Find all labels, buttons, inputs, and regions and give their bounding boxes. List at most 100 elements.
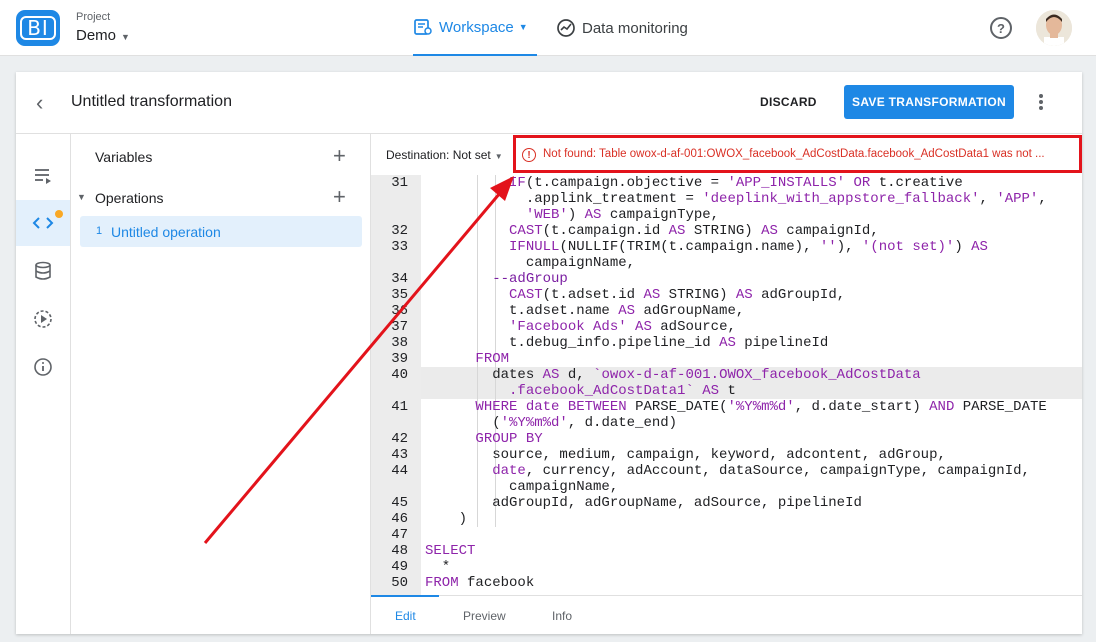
top-bar: BI Project Demo ▼ Workspace ▼ Data monito… (0, 0, 1096, 56)
rail-code-icon[interactable] (16, 200, 70, 246)
user-photo (1036, 10, 1072, 46)
workspace-icon (414, 19, 432, 35)
code-line: 'WEB') AS campaignType, (371, 207, 1082, 223)
line-number: 49 (391, 559, 408, 575)
code-text: CAST(t.adset.id AS STRING) AS adGroupId, (509, 287, 846, 303)
chevron-down-icon: ▼ (494, 152, 503, 161)
nav-tab-workspace[interactable]: Workspace ▼ (413, 0, 537, 56)
operation-name: Untitled operation (111, 224, 221, 240)
rail-database-icon[interactable] (16, 248, 70, 294)
destination-label: Destination: Not set (386, 148, 491, 162)
variables-section: Variables + (71, 136, 371, 176)
more-options-icon[interactable] (1039, 94, 1045, 114)
code-line: 46 ) (371, 511, 1082, 527)
code-text: campaignName, (425, 255, 636, 271)
back-icon[interactable]: ‹ (36, 92, 43, 114)
line-number: 38 (391, 335, 408, 351)
operation-item[interactable]: 1 Untitled operation (80, 216, 362, 247)
code-line: 41 WHERE date BETWEEN PARSE_DATE('%Y%m%d… (371, 399, 1082, 415)
code-line: 48 SELECT (371, 543, 1082, 559)
code-line: 33 IFNULL(NULLIF(TRIM(t.campaign.name), … (371, 239, 1082, 255)
variables-heading: Variables (95, 149, 153, 165)
avatar[interactable] (1036, 10, 1072, 46)
line-number: 33 (391, 239, 408, 255)
app-logo[interactable]: BI (16, 10, 60, 46)
code-text: .facebook_AdCostData1` AS t (509, 383, 736, 399)
code-text: t.debug_info.pipeline_id AS pipelineId (425, 335, 829, 351)
code-line: 42 GROUP BY (371, 431, 1082, 447)
code-editor[interactable]: 31 IF(t.campaign.objective = 'APP_INSTAL… (371, 175, 1082, 595)
error-icon: ! (522, 148, 536, 162)
code-line: ('%Y%m%d', d.date_end) (371, 415, 1082, 431)
code-line: 39 FROM (371, 351, 1082, 367)
project-label: Project (76, 11, 111, 23)
transformation-card: ‹ Untitled transformation DISCARD SAVE T… (16, 72, 1082, 634)
monitoring-icon (557, 19, 575, 37)
status-dot (55, 210, 63, 218)
code-text: GROUP BY (475, 431, 543, 447)
rail-info-icon[interactable] (16, 344, 70, 390)
side-rail (16, 134, 71, 634)
code-text: ) (425, 511, 468, 527)
code-text: campaignName, (425, 479, 619, 495)
line-number: 35 (391, 287, 408, 303)
code-line: .facebook_AdCostData1` AS t (371, 383, 1082, 399)
discard-button[interactable]: DISCARD (760, 95, 817, 109)
line-number: 50 (391, 575, 408, 591)
code-text: ('%Y%m%d', d.date_end) (425, 415, 678, 431)
code-text: 'WEB') AS campaignType, (525, 207, 720, 223)
line-number: 47 (391, 527, 408, 543)
editor-tabs: Edit Preview Info (371, 595, 1082, 634)
chevron-down-icon[interactable]: ▼ (77, 192, 86, 202)
nav-tab-label: Data monitoring (582, 19, 688, 37)
code-text: SELECT (425, 543, 476, 559)
code-line: 37 'Facebook Ads' AS adSource, (371, 319, 1082, 335)
project-name: Demo (76, 27, 117, 44)
add-variable-icon[interactable]: + (333, 143, 346, 169)
active-tab-indicator (371, 595, 439, 597)
code-text: source, medium, campaign, keyword, adcon… (425, 447, 946, 463)
tab-preview[interactable]: Preview (463, 609, 506, 623)
operations-panel: Variables + ▼ Operations + 1 Untitled op… (71, 134, 371, 634)
line-number: 48 (391, 543, 408, 559)
line-number: 41 (391, 399, 408, 415)
code-line: 47 (371, 527, 1082, 543)
code-text: date, currency, adAccount, dataSource, c… (492, 463, 1030, 479)
nav-tab-data-monitoring[interactable]: Data monitoring (556, 0, 688, 56)
page-title: Untitled transformation (71, 93, 232, 110)
project-selector[interactable]: Demo ▼ (76, 27, 130, 44)
code-line: campaignName, (371, 479, 1082, 495)
editor-area: Destination: Not set ▼ ! Not found: Table… (371, 134, 1082, 634)
code-line: 50 FROM facebook (371, 575, 1082, 591)
code-text: .applink_treatment = 'deeplink_with_apps… (425, 191, 1047, 207)
line-number: 40 (391, 367, 408, 383)
operations-section: ▼ Operations + (71, 177, 371, 217)
line-number: 46 (391, 511, 408, 527)
code-text: WHERE date BETWEEN PARSE_DATE('%Y%m%d', … (475, 399, 1047, 415)
line-number: 31 (391, 175, 408, 191)
code-line: 49 * (371, 559, 1082, 575)
line-number: 36 (391, 303, 408, 319)
code-text: t.adset.name AS adGroupName, (425, 303, 745, 319)
code-line: 38 t.debug_info.pipeline_id AS pipelineI… (371, 335, 1082, 351)
line-number: 32 (391, 223, 408, 239)
rail-run-history-icon[interactable] (16, 296, 70, 342)
tab-info[interactable]: Info (552, 609, 572, 623)
card-header: ‹ Untitled transformation DISCARD SAVE T… (16, 72, 1082, 134)
list-play-icon (35, 169, 51, 184)
line-number: 43 (391, 447, 408, 463)
destination-selector[interactable]: Destination: Not set ▼ (386, 148, 503, 162)
line-number: 44 (391, 463, 408, 479)
code-line: 35 CAST(t.adset.id AS STRING) AS adGroup… (371, 287, 1082, 303)
code-text: --adGroup (492, 271, 568, 287)
logo-text: BI (20, 16, 56, 40)
code-text: FROM (475, 351, 510, 367)
save-transformation-button[interactable]: SAVE TRANSFORMATION (844, 85, 1014, 119)
code-line: 43 source, medium, campaign, keyword, ad… (371, 447, 1082, 463)
add-operation-icon[interactable]: + (333, 184, 346, 210)
code-line: 44 date, currency, adAccount, dataSource… (371, 463, 1082, 479)
help-icon[interactable]: ? (990, 17, 1012, 39)
rail-variables-list-icon[interactable] (16, 152, 70, 198)
error-message-box: ! Not found: Table owox-d-af-001:OWOX_fa… (513, 135, 1082, 173)
tab-edit[interactable]: Edit (395, 609, 416, 623)
